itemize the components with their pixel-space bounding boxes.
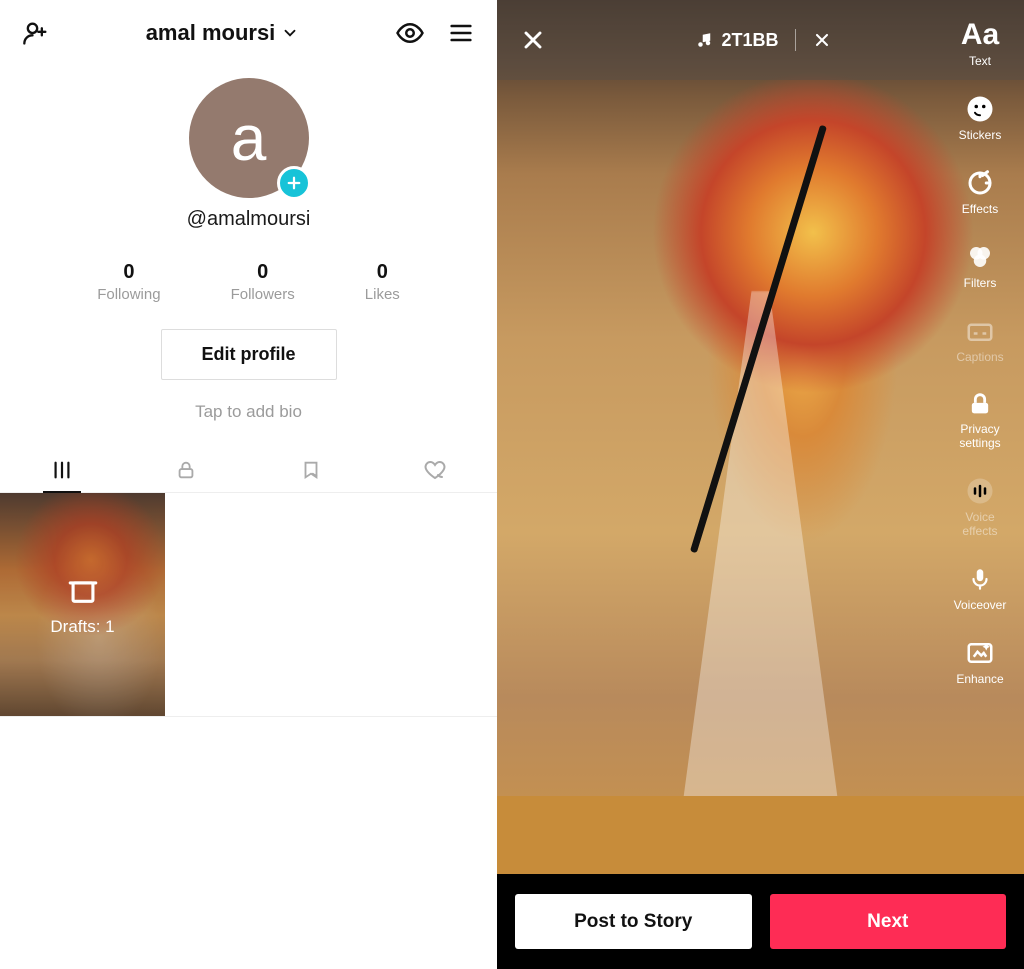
tool-effects[interactable]: Effects	[950, 168, 1010, 216]
tool-captions[interactable]: Captions	[950, 316, 1010, 364]
tool-filters[interactable]: Filters	[950, 242, 1010, 290]
tool-label: Voiceover	[954, 598, 1007, 612]
profile-name-dropdown[interactable]: amal moursi	[146, 20, 300, 46]
post-to-story-button[interactable]: Post to Story	[515, 894, 752, 949]
stat-likes[interactable]: 0 Likes	[365, 261, 400, 303]
tool-label: Voice effects	[950, 510, 1010, 538]
captions-icon	[965, 316, 995, 346]
editor-tool-rail: Aa Text Stickers Effects Filters Caption…	[950, 20, 1010, 686]
edit-profile-button[interactable]: Edit profile	[161, 329, 337, 380]
music-pill[interactable]: 2T1BB	[685, 27, 835, 53]
music-close-icon[interactable]	[812, 30, 832, 50]
close-icon[interactable]	[519, 26, 547, 54]
tab-feed[interactable]	[0, 448, 124, 492]
add-friend-icon[interactable]	[22, 19, 50, 47]
draft-overlay: Drafts: 1	[0, 493, 165, 716]
username-handle: @amalmoursi	[0, 208, 497, 231]
filters-icon	[965, 242, 995, 272]
tool-label: Enhance	[956, 672, 1003, 686]
effects-icon	[965, 168, 995, 198]
stat-label: Following	[97, 286, 160, 303]
stickers-icon	[965, 94, 995, 124]
avatar[interactable]: a	[189, 78, 309, 198]
stat-label: Likes	[365, 286, 400, 303]
tool-voiceover[interactable]: Voiceover	[950, 564, 1010, 612]
lock-icon	[966, 390, 994, 418]
tool-label: Text	[969, 54, 991, 68]
microphone-icon	[967, 564, 993, 594]
editor-bottom-bar: Post to Story Next	[497, 874, 1024, 969]
drafts-icon	[66, 573, 100, 607]
stat-following[interactable]: 0 Following	[97, 261, 160, 303]
music-note-icon	[695, 31, 713, 49]
add-bio-hint[interactable]: Tap to add bio	[0, 402, 497, 422]
video-grid: Drafts: 1	[0, 493, 497, 717]
profile-screen: amal moursi a @amalmoursi 0	[0, 0, 497, 969]
story-bottom-band	[497, 796, 1024, 874]
tool-label: Filters	[964, 276, 997, 290]
tool-privacy[interactable]: Privacy settings	[950, 390, 1010, 450]
stat-followers[interactable]: 0 Followers	[231, 261, 295, 303]
stats-row: 0 Following 0 Followers 0 Likes	[0, 261, 497, 303]
stat-value: 0	[365, 261, 400, 284]
tool-stickers[interactable]: Stickers	[950, 94, 1010, 142]
tool-label: Privacy settings	[950, 422, 1010, 450]
tab-liked[interactable]	[373, 448, 497, 492]
draft-thumbnail[interactable]: Drafts: 1	[0, 493, 165, 716]
story-editor-screen: 2T1BB Aa Text Stickers Effects Filters C…	[497, 0, 1024, 969]
eye-icon[interactable]	[395, 18, 425, 48]
tab-private[interactable]	[124, 448, 248, 492]
stat-value: 0	[231, 261, 295, 284]
tool-label: Captions	[956, 350, 1003, 364]
menu-icon[interactable]	[447, 19, 475, 47]
profile-header: amal moursi	[0, 0, 497, 56]
drafts-label: Drafts: 1	[50, 617, 114, 637]
stat-value: 0	[97, 261, 160, 284]
text-icon: Aa	[961, 20, 999, 50]
tool-text[interactable]: Aa Text	[950, 20, 1010, 68]
tool-enhance[interactable]: Enhance	[950, 638, 1010, 686]
editor-top-bar: 2T1BB	[497, 0, 1024, 80]
tab-saved[interactable]	[249, 448, 373, 492]
voice-effects-icon	[965, 476, 995, 506]
next-button[interactable]: Next	[770, 894, 1007, 949]
enhance-icon	[965, 638, 995, 668]
avatar-plus-badge[interactable]	[277, 166, 311, 200]
music-title: 2T1BB	[721, 30, 778, 51]
profile-tabs	[0, 448, 497, 493]
avatar-letter: a	[231, 101, 267, 175]
profile-display-name: amal moursi	[146, 20, 276, 46]
stat-label: Followers	[231, 286, 295, 303]
tool-voice-effects[interactable]: Voice effects	[950, 476, 1010, 538]
tool-label: Stickers	[959, 128, 1002, 142]
tool-label: Effects	[962, 202, 998, 216]
